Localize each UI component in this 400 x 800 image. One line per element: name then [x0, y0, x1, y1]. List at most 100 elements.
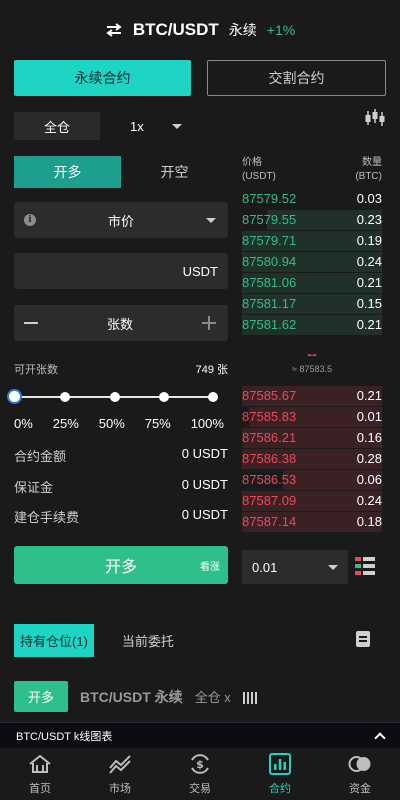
ask-qty: 0.16	[356, 430, 382, 445]
bid-qty: 0.21	[356, 317, 382, 332]
bid-row[interactable]: 87581.17 0.15	[242, 294, 382, 314]
ask-row[interactable]: 87586.21 0.16	[242, 428, 382, 448]
available-row: 可开张数 749 张	[14, 361, 228, 377]
bottom-nav: 首页 市场 $ 交易 合约 资金	[0, 748, 400, 800]
orderbook-layout-icon[interactable]	[355, 557, 375, 575]
bid-qty: 0.15	[356, 296, 382, 311]
slider-mark-25[interactable]	[60, 392, 70, 402]
contract-chart-icon	[269, 753, 291, 775]
ask-price: 87586.53	[242, 472, 297, 487]
nav-item-funds[interactable]: 资金	[320, 748, 400, 800]
nav-item-contract[interactable]: 合约	[240, 748, 320, 800]
quantity-stepper[interactable]: 张数	[14, 305, 228, 341]
ask-row[interactable]: 87586.38 0.28	[242, 449, 382, 469]
bid-row[interactable]: 87579.52 0.03	[242, 189, 382, 209]
percent-label: 50%	[98, 416, 125, 431]
nav-label: 市场	[109, 783, 131, 795]
slider-percent-labels: 0% 25% 50% 75% 100%	[14, 416, 224, 431]
home-icon	[29, 754, 51, 773]
bid-row[interactable]: 87581.62 0.21	[242, 315, 382, 335]
price-field[interactable]: USDT	[14, 253, 228, 289]
swap-arrows-icon[interactable]	[105, 23, 123, 37]
contract-type-tabs: 永续合约 交割合约	[14, 60, 386, 96]
ask-qty: 0.06	[356, 472, 382, 487]
ask-qty: 0.28	[356, 451, 382, 466]
leverage-bars-icon	[242, 690, 257, 704]
kline-chart-label: BTC/USDT k线图表	[16, 730, 113, 743]
ask-row[interactable]: 87585.83 0.01	[242, 407, 382, 427]
info-icon[interactable]: i	[24, 214, 36, 226]
pair-change: +1%	[266, 22, 296, 38]
available-label: 可开张数	[14, 364, 58, 376]
order-type-select[interactable]: i 市价	[14, 202, 228, 238]
funds-icon	[348, 756, 371, 772]
position-row[interactable]: 开多 BTC/USDT 永续 全仓 x	[14, 681, 257, 712]
bid-row[interactable]: 87581.06 0.21	[242, 273, 382, 293]
market-trend-icon	[109, 755, 131, 774]
order-type-value: 市价	[107, 213, 134, 229]
ask-qty: 0.21	[356, 388, 382, 403]
available-value: 749 张	[195, 364, 228, 376]
plus-icon[interactable]	[201, 316, 216, 330]
bid-qty: 0.24	[356, 254, 382, 269]
bid-row[interactable]: 87579.71 0.19	[242, 231, 382, 251]
margin-row: 保证金 0 USDT	[14, 477, 228, 496]
ask-row[interactable]: 87586.53 0.06	[242, 470, 382, 490]
bid-price: 87579.52	[242, 191, 297, 206]
margin-leverage-row: 全仓 1x	[14, 112, 182, 140]
ask-qty: 0.24	[356, 493, 382, 508]
open-long-button[interactable]: 开多 看涨	[14, 546, 228, 584]
depth-precision-select[interactable]: 0.01	[242, 550, 348, 584]
candlestick-icon[interactable]	[364, 108, 386, 128]
bullish-label: 看涨	[200, 561, 220, 573]
ask-price: 87585.67	[242, 388, 297, 403]
pair-header: BTC/USDT 永续 +1%	[0, 0, 400, 60]
exchange-icon: $	[191, 754, 209, 774]
amount-slider[interactable]	[7, 389, 218, 404]
pair-title[interactable]: BTC/USDT	[133, 20, 219, 40]
leverage-value: 1x	[130, 118, 144, 134]
qty-unit-header: (BTC)	[355, 171, 382, 182]
fee-row: 建仓手续费 0 USDT	[14, 507, 228, 526]
price-unit: USDT	[182, 263, 218, 279]
summary-value: 0 USDT	[181, 477, 228, 492]
summary-value: 0 USDT	[181, 507, 228, 522]
tab-delivery-contract[interactable]: 交割合约	[207, 60, 386, 96]
position-side-badge: 开多	[14, 681, 69, 712]
ask-row[interactable]: 87587.14 0.18	[242, 512, 382, 532]
bid-qty: 0.23	[356, 212, 382, 227]
side-tabs: 开多 开空	[14, 156, 228, 188]
bid-row[interactable]: 87579.55 0.23	[242, 210, 382, 230]
nav-item-home[interactable]: 首页	[0, 748, 80, 800]
chevron-up-icon[interactable]	[374, 731, 386, 744]
tab-open-long[interactable]: 开多	[14, 156, 121, 188]
nav-item-trade[interactable]: $ 交易	[160, 748, 240, 800]
slider-handle[interactable]	[7, 389, 22, 404]
slider-mark-100[interactable]	[208, 392, 218, 402]
minus-icon[interactable]	[24, 322, 38, 324]
ask-row[interactable]: 87585.67 0.21	[242, 386, 382, 406]
ask-price: 87585.83	[242, 409, 297, 424]
index-price: ≈ 87583.5	[292, 364, 332, 374]
bid-row[interactable]: 87580.94 0.24	[242, 252, 382, 272]
document-icon[interactable]	[356, 631, 370, 647]
nav-item-market[interactable]: 市场	[80, 748, 160, 800]
bid-qty: 0.19	[356, 233, 382, 248]
position-title: BTC/USDT 永续	[80, 688, 183, 705]
nav-label: 资金	[349, 783, 371, 795]
ask-row[interactable]: 87587.09 0.24	[242, 491, 382, 511]
margin-mode-select[interactable]: 全仓	[14, 112, 100, 140]
tab-current-orders[interactable]: 当前委托	[122, 631, 174, 650]
tab-positions[interactable]: 持有仓位(1)	[14, 624, 94, 657]
kline-chart-bar[interactable]: BTC/USDT k线图表	[0, 722, 400, 748]
tab-perpetual-contract[interactable]: 永续合约	[14, 60, 191, 96]
tab-open-short[interactable]: 开空	[121, 156, 228, 188]
leverage-select[interactable]: 1x	[116, 119, 182, 134]
bid-price: 87581.62	[242, 317, 297, 332]
mid-price: -- ≈ 87583.5	[242, 346, 382, 374]
last-price: --	[307, 346, 317, 362]
qty-header: 数量	[362, 157, 382, 168]
bid-price: 87581.06	[242, 275, 297, 290]
slider-mark-75[interactable]	[159, 392, 169, 402]
slider-mark-50[interactable]	[110, 392, 120, 402]
